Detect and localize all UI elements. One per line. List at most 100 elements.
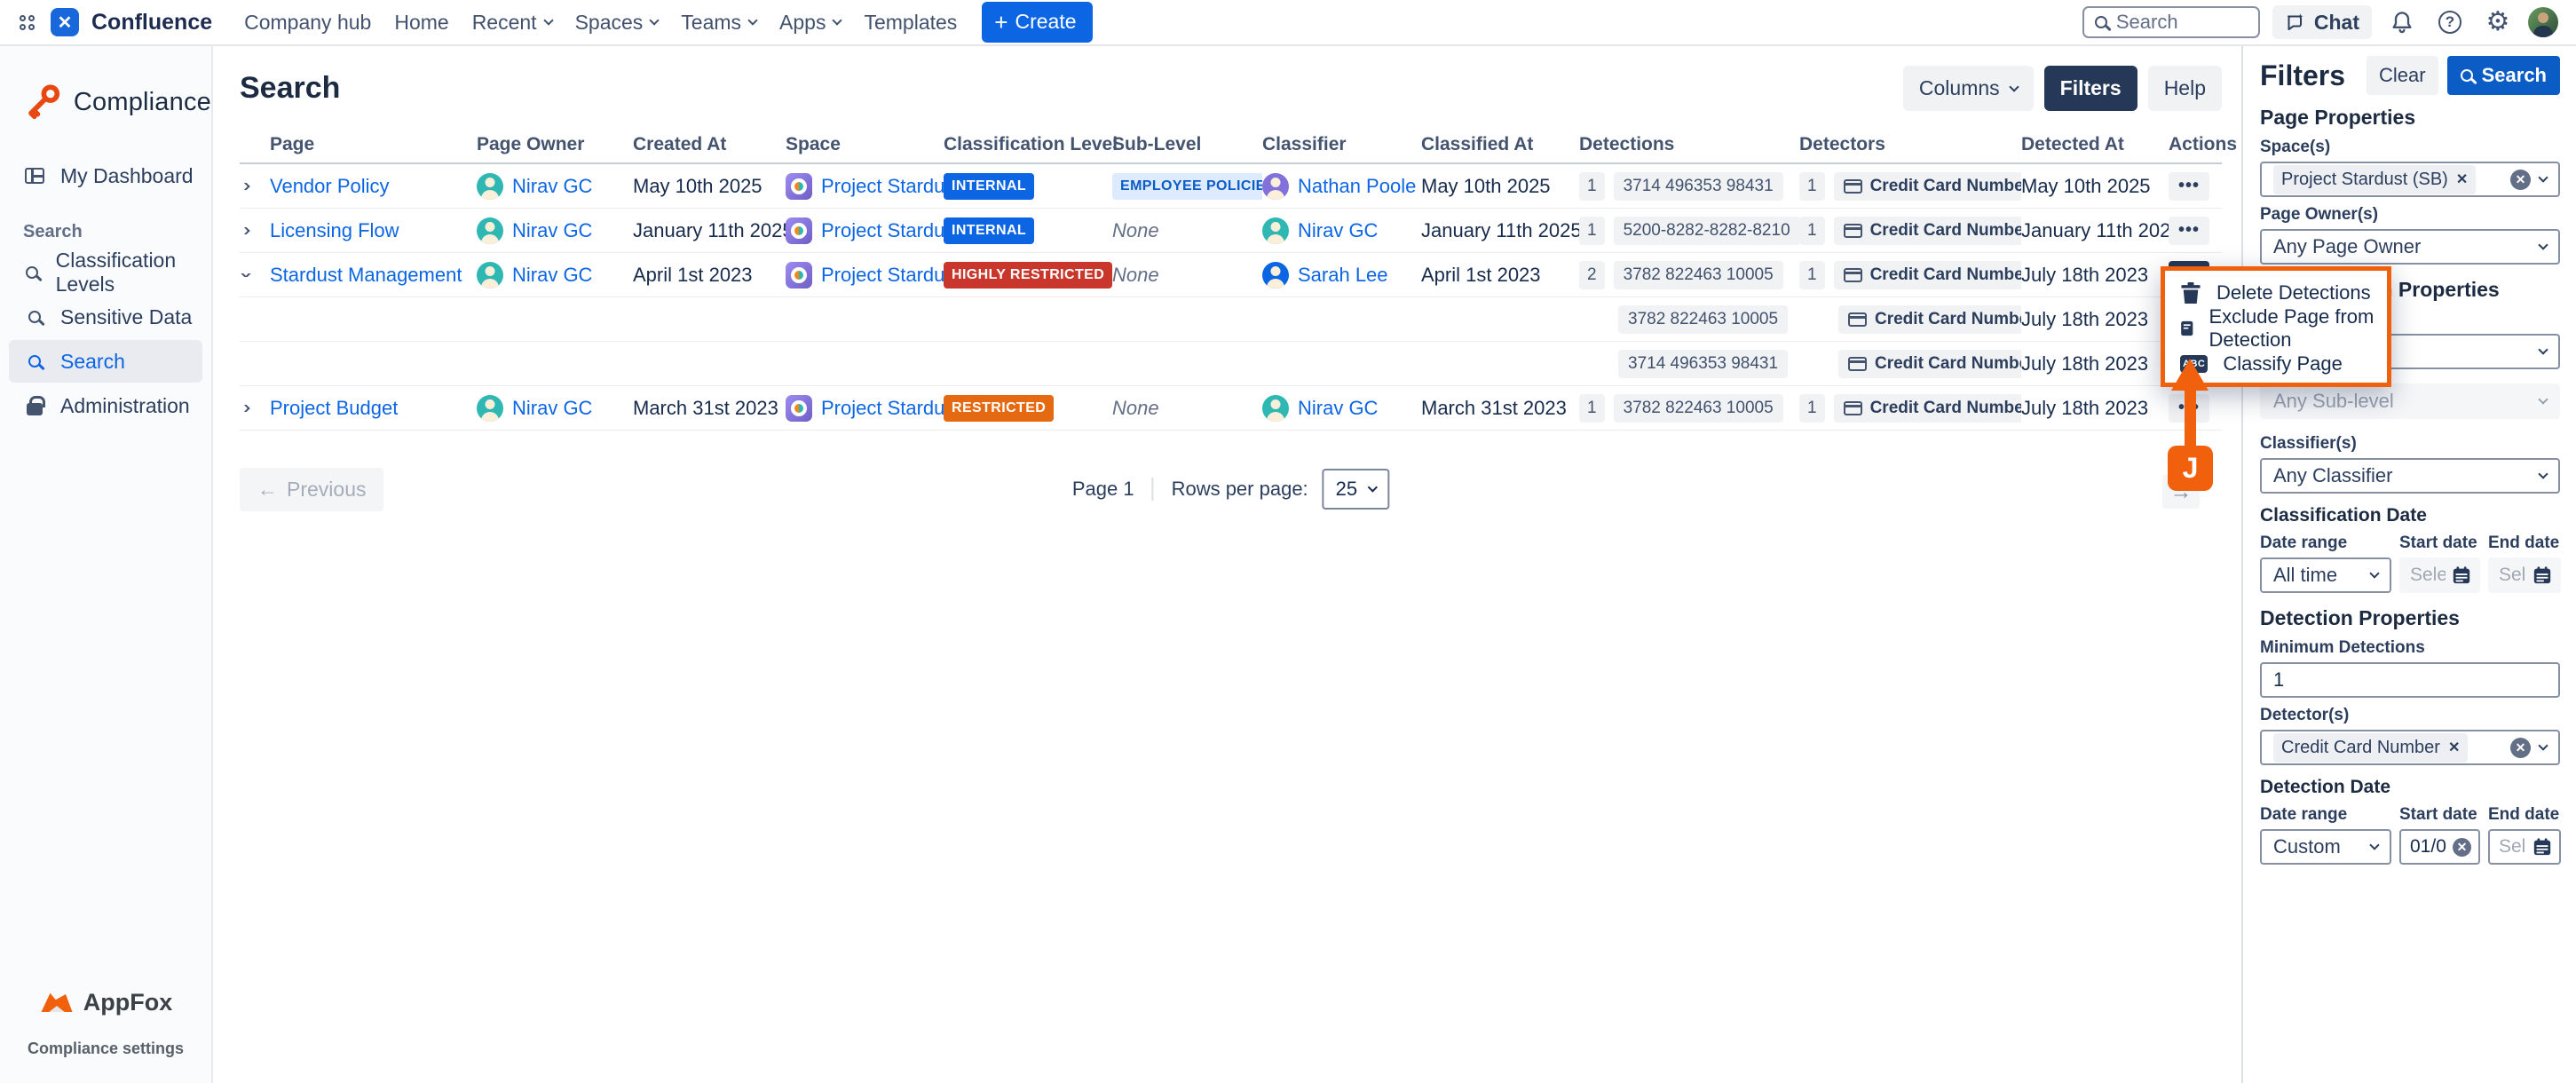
detection-date-range-select[interactable]: Custom	[2260, 829, 2391, 865]
chevron-down-icon	[2538, 240, 2548, 249]
nav-item-recent[interactable]: Recent	[467, 2, 557, 43]
detection-start-date-input[interactable]: 01/0... ✕	[2399, 829, 2480, 865]
detector-multiselect[interactable]: Credit Card Number✕ ✕	[2260, 730, 2560, 765]
remove-chip-icon[interactable]: ✕	[2456, 170, 2468, 188]
expand-row-icon[interactable]	[240, 405, 261, 412]
chevron-down-icon	[2369, 568, 2379, 578]
page-owner-link[interactable]: Nirav GC	[512, 397, 592, 420]
minimum-detections-input[interactable]	[2260, 662, 2560, 698]
clear-filters-button[interactable]: Clear	[2367, 56, 2438, 95]
minimum-detections-label: Minimum Detections	[2260, 638, 2560, 658]
clear-date-icon[interactable]: ✕	[2453, 838, 2471, 857]
avatar	[477, 395, 503, 422]
detector-chip[interactable]: Credit Card Number	[1838, 305, 2021, 334]
collapse-row-icon[interactable]	[240, 273, 261, 277]
confluence-logo-icon[interactable]: ✕	[51, 8, 79, 36]
user-avatar[interactable]	[2528, 7, 2558, 37]
space-link[interactable]: Project Stardust	[821, 175, 944, 198]
row-actions-button[interactable]: •••	[2169, 172, 2209, 201]
nav-item-company-hub[interactable]: Company hub	[239, 2, 376, 43]
avatar	[1262, 217, 1289, 244]
create-button[interactable]: +Create	[982, 2, 1092, 43]
chat-button[interactable]: Chat	[2272, 5, 2372, 39]
notifications-bell-icon[interactable]	[2384, 4, 2420, 40]
page-link[interactable]: Project Budget	[270, 397, 398, 420]
nav-item-templates[interactable]: Templates	[858, 2, 962, 43]
page-owner-link[interactable]: Nirav GC	[512, 264, 592, 287]
classifier-link[interactable]: Nirav GC	[1298, 397, 1378, 420]
detector-chip[interactable]: Credit Card Number	[1834, 172, 2021, 201]
date-range-label: Date range	[2260, 805, 2391, 825]
detection-date-heading: Detection Date	[2260, 777, 2560, 798]
row-actions-button[interactable]: •••	[2169, 217, 2209, 245]
chevron-down-icon	[2369, 840, 2379, 850]
global-search-box[interactable]	[2082, 6, 2260, 38]
detection-end-date-input[interactable]: Selec...	[2488, 829, 2561, 865]
remove-chip-icon[interactable]: ✕	[2448, 739, 2460, 756]
avatar	[477, 217, 503, 244]
global-search-input[interactable]	[2116, 11, 2232, 34]
search-icon	[23, 355, 46, 368]
classification-date-range-select[interactable]: All time	[2260, 557, 2391, 593]
sidebar-item-sensitive-data[interactable]: Sensitive Data	[9, 296, 202, 338]
page-link[interactable]: Licensing Flow	[270, 219, 399, 242]
detector-chip[interactable]: Credit Card Number	[1834, 217, 2021, 245]
page-owner-link[interactable]: Nirav GC	[512, 219, 592, 242]
nav-item-apps[interactable]: Apps	[774, 2, 846, 43]
classifier-link[interactable]: Nirav GC	[1298, 219, 1378, 242]
app-sidebar: Compliance My Dashboard Search Classific…	[0, 46, 213, 1083]
app-switcher-icon[interactable]	[20, 15, 35, 30]
settings-gear-icon[interactable]: ⚙	[2480, 4, 2516, 40]
section-heading-page-properties: Page Properties	[2260, 106, 2560, 130]
space-link[interactable]: Project Stardust	[821, 264, 944, 287]
key-icon	[23, 82, 63, 123]
calendar-icon	[2533, 565, 2552, 585]
menu-item-exclude-page[interactable]: Exclude Page from Detection	[2165, 311, 2387, 346]
created-at: May 10th 2025	[633, 175, 763, 198]
columns-button[interactable]: Columns	[1903, 66, 2034, 111]
detector-chip[interactable]: Credit Card Number	[1834, 261, 2021, 289]
sub-level-none: None	[1112, 264, 1159, 287]
page-link[interactable]: Stardust Management	[270, 264, 462, 287]
avatar	[1262, 395, 1289, 422]
expand-row-icon[interactable]	[240, 183, 261, 190]
rows-per-page-select[interactable]: 25	[1323, 469, 1389, 510]
apply-search-button[interactable]: Search	[2447, 56, 2560, 95]
help-icon[interactable]: ?	[2432, 4, 2468, 40]
sidebar-item-search[interactable]: Search	[9, 340, 202, 383]
nav-item-spaces[interactable]: Spaces	[570, 2, 664, 43]
sidebar-item-my-dashboard[interactable]: My Dashboard	[9, 154, 202, 197]
previous-page-button[interactable]: ←Previous	[240, 468, 383, 511]
page-owner-link[interactable]: Nirav GC	[512, 175, 592, 198]
detector-chip[interactable]: Credit Card Number	[1834, 394, 2021, 423]
credit-card-icon	[1844, 401, 1862, 415]
classified-at: May 10th 2025	[1421, 175, 1551, 198]
sidebar-item-administration[interactable]: Administration	[9, 384, 202, 427]
detector-chip[interactable]: Credit Card Number	[1838, 350, 2021, 378]
nav-item-teams[interactable]: Teams	[676, 2, 762, 43]
nav-item-home[interactable]: Home	[389, 2, 454, 43]
search-icon	[2095, 16, 2107, 28]
page-link[interactable]: Vendor Policy	[270, 175, 390, 198]
classifier-select[interactable]: Any Classifier	[2260, 458, 2560, 494]
sidebar-section-label: Search	[0, 199, 211, 249]
detected-at: May 10th 2025	[2021, 175, 2151, 198]
spaces-multiselect[interactable]: Project Stardust (SB)✕ ✕	[2260, 162, 2560, 197]
detected-at: July 18th 2023	[2021, 352, 2148, 375]
annotation-arrow-icon	[2171, 359, 2209, 391]
expand-row-icon[interactable]	[240, 227, 261, 234]
space-link[interactable]: Project Stardust	[821, 397, 944, 420]
filters-toggle-button[interactable]: Filters	[2044, 66, 2137, 111]
page-owner-select[interactable]: Any Page Owner	[2260, 229, 2560, 265]
detected-at: July 18th 2023	[2021, 397, 2148, 420]
compliance-settings-link[interactable]: Compliance settings	[0, 1040, 211, 1058]
sidebar-item-classification-levels[interactable]: Classification Levels	[9, 251, 202, 294]
classifier-link[interactable]: Sarah Lee	[1298, 264, 1388, 287]
space-link[interactable]: Project Stardust	[821, 219, 944, 242]
help-button[interactable]: Help	[2148, 66, 2222, 111]
clear-select-icon[interactable]: ✕	[2510, 738, 2531, 758]
clear-select-icon[interactable]: ✕	[2510, 170, 2531, 190]
results-table: Page Page Owner Created At Space Classif…	[213, 111, 2243, 431]
filters-panel-title: Filters	[2260, 59, 2367, 92]
classifier-link[interactable]: Nathan Poole	[1298, 175, 1416, 198]
